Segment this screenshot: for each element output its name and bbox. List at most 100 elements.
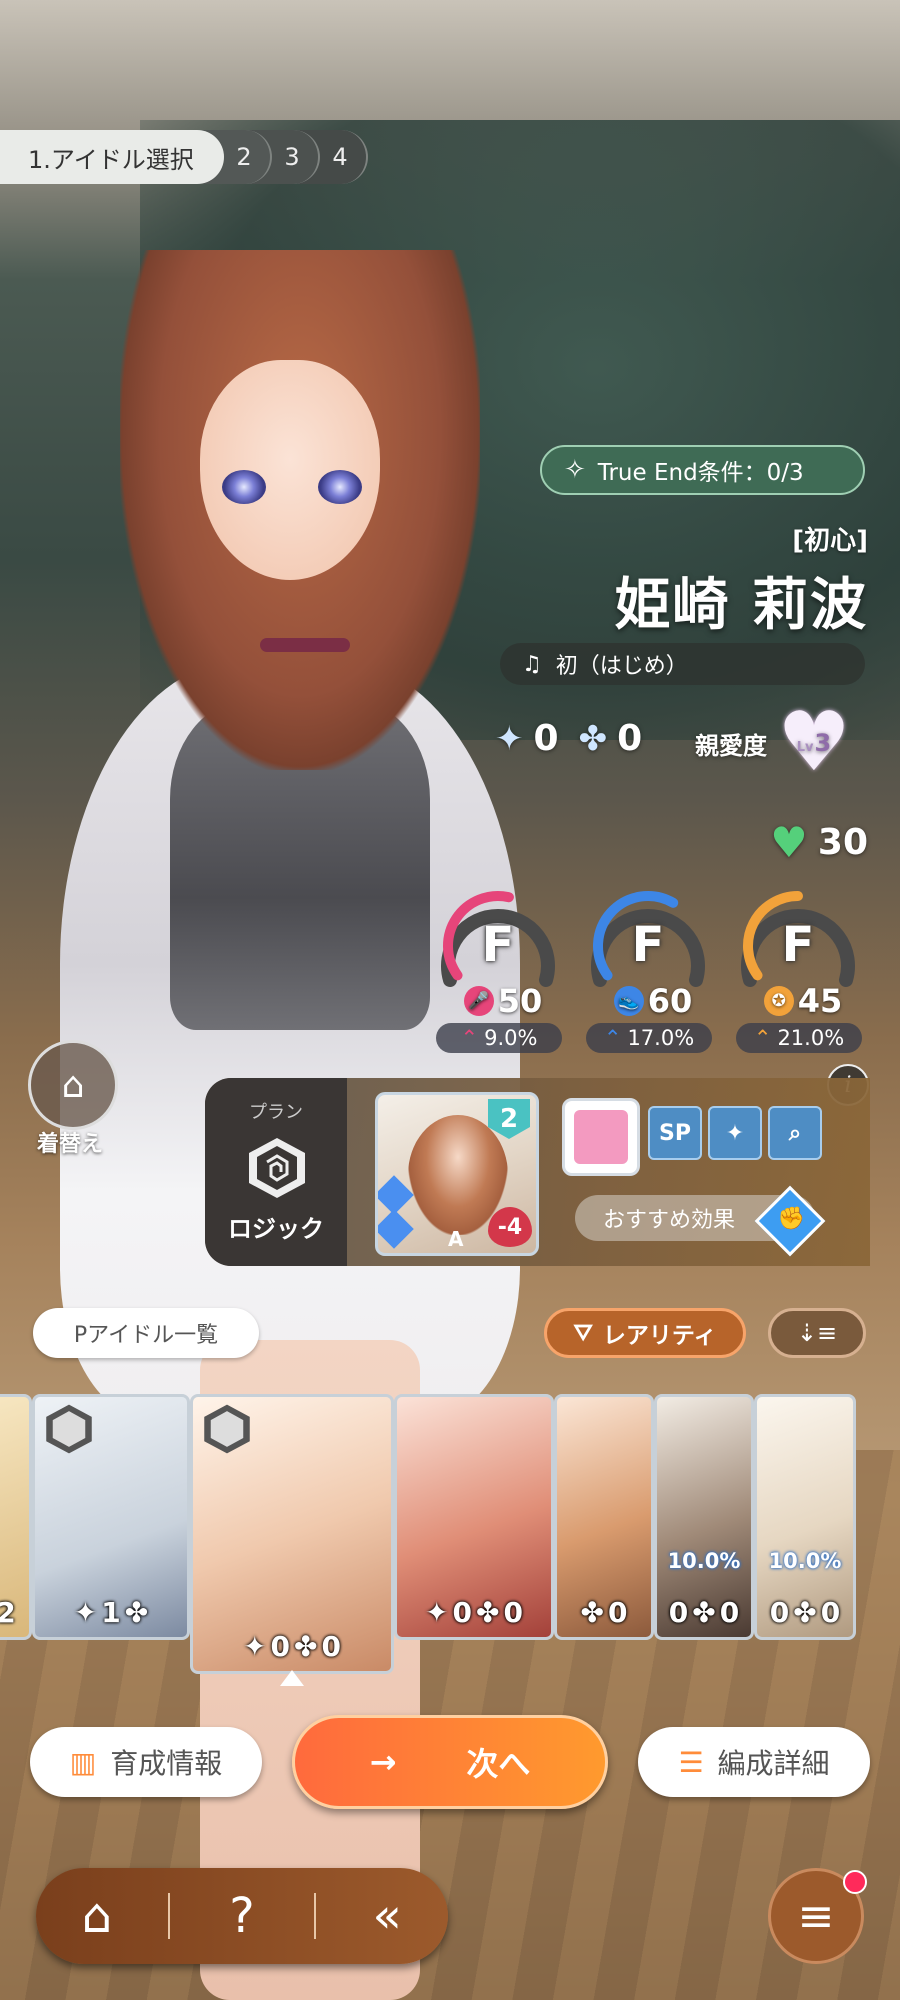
clover-icon: ✤ [692, 1596, 716, 1629]
song-button[interactable]: ♫ 初（はじめ） [500, 643, 865, 685]
resources: ✦ 0 ✤ 0 [495, 718, 642, 759]
gauge-vocal-growth: ⌃ 9.0% [436, 1023, 562, 1053]
plan-name: ロジック [228, 1215, 324, 1243]
recommend-label: おすすめ効果 [603, 1208, 736, 1233]
idol-card-bonus: 10.0% [768, 1549, 842, 1573]
idol-card-selected[interactable]: ✦ 0 ✤ 0 [190, 1394, 394, 1674]
gauge-vocal-grade: F [481, 917, 515, 973]
notification-dot [843, 1870, 867, 1894]
idol-card-stat: 2 [0, 1596, 29, 1629]
logic-plan-icon [46, 1404, 92, 1454]
p-drink-image [574, 1110, 628, 1164]
sparkle-icon: ✦ [243, 1630, 267, 1663]
idol-card-strip: 2 ✦1✤ ✦0✤0 ✦0✤0 ✤0 10.0% 0✤0 10.0% 0✤0 [0, 1380, 900, 1674]
shoe-icon: 👟 [613, 986, 644, 1016]
idol-card-stat-value: 0 [719, 1596, 740, 1629]
song-title: 初（はじめ） [555, 654, 688, 679]
nav-divider [168, 1893, 171, 1939]
idol-card[interactable]: 2 [0, 1394, 32, 1640]
training-info-button[interactable]: ▥ 育成情報 [30, 1727, 262, 1797]
idol-card[interactable]: ✦ 1 ✤ [32, 1394, 190, 1640]
gauge-visual-grade: F [781, 917, 815, 973]
affection-level-value: 3 [814, 729, 832, 757]
sparkle-resource-icon: ✦ [495, 718, 524, 759]
gauge-dance-value: 60 [647, 982, 693, 1020]
clover-icon: ✤ [580, 1596, 604, 1629]
idol-card-stat-value: 0 [820, 1596, 841, 1629]
character-eye-left [222, 470, 266, 504]
list-icon: ☰ [678, 1745, 704, 1779]
logic-plan-icon [204, 1404, 250, 1454]
help-icon[interactable]: ? [192, 1876, 292, 1956]
idol-card-stat-value: 0 [452, 1596, 472, 1629]
affection-heart-icon: Lv3 [777, 712, 851, 774]
p-idol-list-button[interactable]: Pアイドル一覧 [33, 1308, 259, 1358]
step-1-label: 1.アイドル選択 [28, 145, 194, 174]
idol-card-stat-value: 0 [321, 1630, 341, 1663]
formation-detail-label: 編成詳細 [717, 1747, 830, 1780]
sparkle-icon: ✦ [73, 1596, 98, 1629]
step-4-label: 4 [332, 143, 348, 171]
idol-name: 姫崎 莉波 [614, 573, 868, 638]
back-icon[interactable]: « [337, 1876, 437, 1956]
idol-card-stat: ✦ 0 ✤ 0 [397, 1596, 551, 1629]
gauge-vocal[interactable]: F 🎤 50 ⌃ 9.0% [430, 880, 566, 1060]
idol-card[interactable]: 10.0% 0 ✤ 0 [654, 1394, 754, 1640]
clover-icon: ✤ [294, 1630, 318, 1663]
sp-lesson-button[interactable]: SP [648, 1106, 702, 1160]
skill-card-letter: A [448, 1227, 464, 1251]
idol-card-stat: ✦ 1 ✤ [35, 1596, 187, 1629]
music-note-icon: ♫ [522, 651, 542, 677]
filter-icon: ⛛ [573, 1320, 593, 1346]
growth-up-icon: ⌃ [460, 1026, 479, 1050]
idol-card[interactable]: 10.0% 0 ✤ 0 [754, 1394, 856, 1640]
affection-display[interactable]: 親愛度 Lv3 [695, 712, 851, 774]
true-end-label: True End条件：0/3 [597, 460, 804, 486]
green-heart-icon: ♥ [770, 818, 808, 867]
step-1-tab[interactable]: 1.アイドル選択 [0, 130, 224, 184]
home-icon[interactable]: ⌂ [47, 1876, 147, 1956]
skill-badge-icon [378, 1209, 414, 1249]
idol-card-stat-value: 0 [769, 1596, 790, 1629]
gauge-dance-growth: ⌃ 17.0% [586, 1023, 712, 1053]
hanger-icon[interactable]: ⌂ [28, 1040, 118, 1130]
next-label: 次へ [466, 1745, 531, 1783]
idol-card-stat-value: 2 [0, 1596, 16, 1629]
plan-box[interactable]: プラン ロジック [205, 1078, 347, 1266]
idol-card-stat: ✤ 0 [557, 1596, 651, 1629]
gauge-dance[interactable]: F 👟 60 ⌃ 17.0% [580, 880, 716, 1060]
gauge-visual-growth: ⌃ 21.0% [736, 1023, 862, 1053]
parameter-gauges: F 🎤 50 ⌃ 9.0% F 👟 60 ⌃ 17.0% F ✪ 45 ⌃ 21.0% [430, 880, 866, 1060]
character-face [200, 360, 380, 580]
idol-card[interactable]: ✦ 0 ✤ 0 [394, 1394, 554, 1640]
gauge-visual-value-row: ✪ 45 [740, 982, 866, 1020]
nav-divider [313, 1893, 316, 1939]
arrow-right-icon: → [369, 1743, 397, 1781]
plan-header: プラン [249, 1102, 303, 1123]
training-info-label: 育成情報 [110, 1747, 223, 1780]
rarity-filter-label: レアリティ [602, 1323, 717, 1349]
skill-card[interactable]: 2 -4 A [375, 1092, 539, 1256]
sort-order-icon[interactable]: ⇣≡ [768, 1308, 866, 1358]
formation-detail-button[interactable]: ☰ 編成詳細 [638, 1727, 870, 1797]
card-search-icon[interactable]: ⌕ [768, 1106, 822, 1160]
character-choker [260, 638, 350, 652]
palette-icon: ✪ [763, 986, 794, 1016]
true-end-button[interactable]: ✧ True End条件：0/3 [540, 445, 865, 495]
skill-card-cost: -4 [488, 1207, 532, 1247]
gauge-visual-growth-value: 21.0% [777, 1026, 845, 1050]
rarity-filter-button[interactable]: ⛛ レアリティ [544, 1308, 746, 1358]
next-button[interactable]: → 次へ [292, 1715, 608, 1809]
idol-card-stat-value: 0 [503, 1596, 523, 1629]
affection-level-prefix: Lv [796, 740, 814, 755]
idol-card[interactable]: ✤ 0 [554, 1394, 654, 1640]
idol-card-stat-value: 1 [101, 1596, 121, 1629]
gauge-visual[interactable]: F ✪ 45 ⌃ 21.0% [730, 880, 866, 1060]
idol-card-stat-value: 0 [270, 1630, 290, 1663]
p-drink-icon[interactable] [562, 1098, 640, 1176]
sparkle-icon: ✦ [425, 1596, 449, 1629]
sparkle-icon: ✧ [564, 455, 586, 485]
card-add-icon[interactable]: ✦ [708, 1106, 762, 1160]
gauge-visual-value: 45 [797, 982, 843, 1020]
stamina-value: 30 [817, 822, 868, 863]
